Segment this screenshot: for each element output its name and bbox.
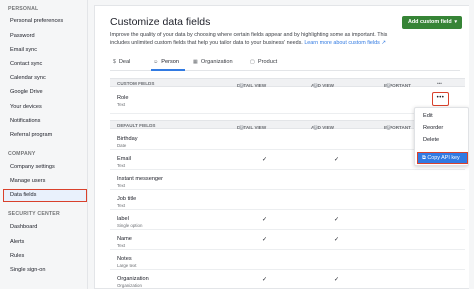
sidebar-item-manage-users[interactable]: Manage users xyxy=(10,178,45,184)
table-row[interactable]: Organization Organization ✓ ✓ xyxy=(110,271,465,289)
tab-person-label: Person xyxy=(161,59,180,65)
field-type: Text xyxy=(117,243,126,248)
add-view-check-icon[interactable]: ✓ xyxy=(334,216,339,223)
field-context-menu: Edit Reorder Delete ⧉ Copy API key xyxy=(414,107,469,166)
copy-icon: ⧉ xyxy=(422,155,426,161)
copy-api-key-label: Copy API key xyxy=(427,155,460,161)
sidebar-item-google-drive[interactable]: Google Drive xyxy=(10,89,43,95)
sidebar-item-dashboard[interactable]: Dashboard xyxy=(10,224,37,230)
sidebar-item-alerts[interactable]: Alerts xyxy=(10,239,24,245)
menu-item-copy-api-key[interactable]: ⧉ Copy API key xyxy=(417,152,468,164)
field-type: Text xyxy=(117,102,126,107)
field-name: label xyxy=(117,216,129,222)
sidebar-item-single-sign-on[interactable]: Single sign-on xyxy=(10,267,45,273)
field-name: Birthday xyxy=(117,136,138,142)
sidebar-section-company: COMPANY xyxy=(8,151,36,157)
detail-view-check-icon[interactable]: ✓ xyxy=(262,216,267,223)
field-type: Date xyxy=(117,143,127,148)
field-type: Text xyxy=(117,183,126,188)
menu-item-edit[interactable]: Edit xyxy=(423,113,433,119)
table-row[interactable]: Job title Text xyxy=(110,191,465,210)
sidebar-item-data-fields[interactable]: Data fields xyxy=(3,189,87,202)
table-row[interactable]: Notes Large text xyxy=(110,251,465,270)
default-fields-heading: DEFAULT FIELDS xyxy=(117,123,156,128)
chevron-down-icon: ▾ xyxy=(454,19,457,25)
table-row[interactable]: Role Text xyxy=(110,88,465,114)
sidebar-item-password[interactable]: Password xyxy=(10,33,35,39)
deal-icon: $ xyxy=(113,59,116,65)
field-type: Text xyxy=(117,163,126,168)
table-row[interactable]: Birthday Date xyxy=(110,130,465,150)
add-custom-field-label: Add custom field xyxy=(408,19,452,25)
learn-more-label: Learn more about custom fields xyxy=(304,39,380,46)
add-view-check-icon[interactable]: ✓ xyxy=(334,276,339,283)
field-name: Role xyxy=(117,95,129,101)
field-type: Large text xyxy=(117,263,137,268)
table-row[interactable]: label Single option ✓ ✓ xyxy=(110,211,465,230)
sidebar-item-personal-preferences[interactable]: Personal preferences xyxy=(10,18,63,24)
tab-person[interactable]: ☺ Person xyxy=(153,59,179,65)
default-fields-header: DEFAULT FIELDS DETAIL VIEW? ADD VIEW? IM… xyxy=(110,120,465,130)
detail-view-check-icon[interactable]: ✓ xyxy=(262,236,267,243)
tab-deal[interactable]: $ Deal xyxy=(113,59,130,65)
add-view-check-icon[interactable]: ✓ xyxy=(334,156,339,163)
menu-item-reorder[interactable]: Reorder xyxy=(423,125,443,131)
product-icon: ▢ xyxy=(250,59,255,65)
table-row[interactable]: Email Text ✓ ✓ xyxy=(110,151,465,170)
tab-organization[interactable]: ▦ Organization xyxy=(193,59,233,65)
table-row[interactable]: Name Text ✓ ✓ xyxy=(110,231,465,250)
menu-item-delete[interactable]: Delete xyxy=(423,137,439,143)
tab-deal-label: Deal xyxy=(118,59,131,65)
sidebar-item-notifications[interactable]: Notifications xyxy=(10,118,40,124)
field-type: Text xyxy=(117,203,126,208)
field-name: Organization xyxy=(117,276,149,282)
sidebar-item-company-settings[interactable]: Company settings xyxy=(10,164,55,170)
row-actions-button[interactable]: ••• xyxy=(432,92,449,106)
field-name: Email xyxy=(117,156,131,162)
sidebar-item-your-devices[interactable]: Your devices xyxy=(10,104,42,110)
detail-view-check-icon[interactable]: ✓ xyxy=(262,156,267,163)
detail-view-check-icon[interactable]: ✓ xyxy=(262,276,267,283)
field-name: Name xyxy=(117,236,132,242)
add-custom-field-button[interactable]: Add custom field ▾ xyxy=(402,16,462,29)
scrollbar[interactable] xyxy=(469,0,474,289)
sidebar-section-security: SECURITY CENTER xyxy=(8,211,60,217)
sidebar-item-contact-sync[interactable]: Contact sync xyxy=(10,61,42,67)
sidebar-item-rules[interactable]: Rules xyxy=(10,253,24,259)
entity-tabs: $ Deal ☺ Person ▦ Organization ▢ Product xyxy=(110,57,460,71)
sidebar-item-email-sync[interactable]: Email sync xyxy=(10,47,37,53)
tab-organization-label: Organization xyxy=(200,59,233,65)
custom-fields-heading: CUSTOM FIELDS xyxy=(117,81,155,86)
add-view-check-icon[interactable]: ✓ xyxy=(334,236,339,243)
learn-more-link[interactable]: Learn more about custom fields ↗ xyxy=(304,40,386,46)
person-icon: ☺ xyxy=(153,59,159,65)
settings-sidebar: PERSONAL Personal preferences Password E… xyxy=(0,0,88,289)
tab-product[interactable]: ▢ Product xyxy=(250,59,277,65)
custom-fields-header: CUSTOM FIELDS DETAIL VIEW? ADD VIEW? IMP… xyxy=(110,78,465,88)
tab-product-label: Product xyxy=(257,59,278,65)
sidebar-item-referral-program[interactable]: Referral program xyxy=(10,132,52,138)
organization-icon: ▦ xyxy=(193,59,198,65)
field-name: Notes xyxy=(117,256,132,262)
page-title: Customize data fields xyxy=(110,16,211,28)
field-type: Single option xyxy=(117,223,143,228)
field-type: Organization xyxy=(117,283,142,288)
sidebar-section-personal: PERSONAL xyxy=(8,6,39,12)
page-description: Improve the quality of your data by choo… xyxy=(110,32,396,47)
field-name: Instant messenger xyxy=(117,176,164,182)
active-tab-indicator xyxy=(151,69,185,71)
field-name: Job title xyxy=(117,196,137,202)
table-row[interactable]: Instant messenger Text xyxy=(110,171,465,190)
sidebar-item-calendar-sync[interactable]: Calendar sync xyxy=(10,75,46,81)
more-icon[interactable]: ••• xyxy=(437,81,442,86)
